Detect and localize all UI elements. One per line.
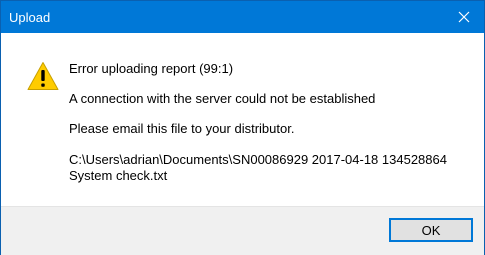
close-button[interactable] [444,1,484,33]
error-heading: Error uploading report (99:1) [69,61,234,76]
warning-icon [27,62,59,90]
close-icon [458,11,470,23]
error-detail: A connection with the server could not b… [69,91,376,106]
button-bar: OK [1,206,484,255]
error-instruction: Please email this file to your distribut… [69,121,295,136]
file-path: C:\Users\adrian\Documents\SN00086929 201… [69,152,447,183]
message-area: Error uploading report (99:1) A connecti… [1,33,484,206]
window-title: Upload [9,10,51,25]
title-bar: Upload [1,1,484,33]
upload-dialog: Upload Error uploading report (99:1) A c… [0,0,485,255]
ok-button[interactable]: OK [389,218,473,242]
